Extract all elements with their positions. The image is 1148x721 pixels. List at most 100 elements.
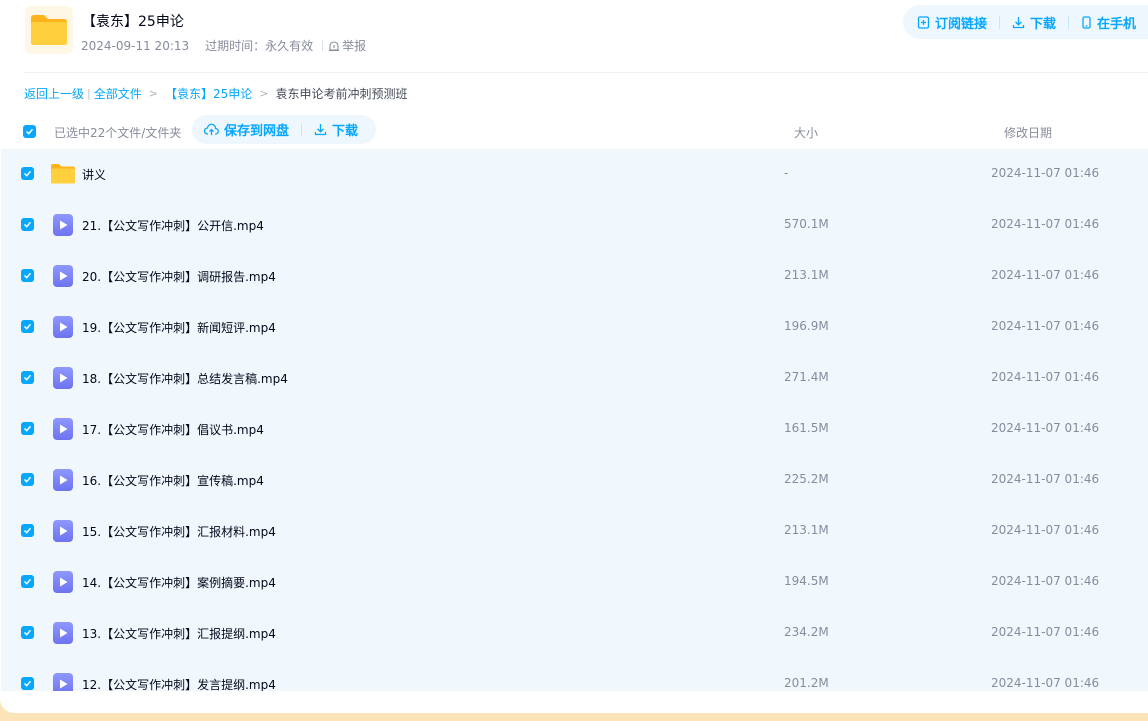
file-size: 225.2M [784, 472, 829, 486]
download-icon [1012, 16, 1025, 28]
cloud-upload-icon [204, 123, 219, 135]
check-icon [23, 527, 32, 534]
file-name[interactable]: 13.【公文写作冲刺】汇报提纲.mp4 [82, 625, 276, 642]
header-divider [24, 72, 1148, 73]
row-checkbox[interactable] [21, 218, 34, 231]
row-checkbox[interactable] [21, 269, 34, 282]
list-item[interactable]: 18.【公文写作冲刺】总结发言稿.mp4 271.4M 2024-11-07 0… [1, 353, 1148, 404]
row-checkbox[interactable] [21, 575, 34, 588]
check-icon [23, 578, 32, 585]
download-button[interactable]: 下载 [314, 120, 358, 139]
file-date: 2024-11-07 01:46 [991, 523, 1100, 537]
open-on-phone-button[interactable]: 在手机 [1081, 13, 1136, 32]
download-top-button[interactable]: 下载 [1012, 13, 1056, 32]
file-size: 161.5M [784, 421, 829, 435]
file-list: 讲义 - 2024-11-07 01:46 21.【公文写作冲刺】公开信.mp4… [1, 149, 1148, 691]
check-icon [23, 272, 32, 279]
check-icon [23, 323, 32, 330]
file-size: - [784, 166, 789, 180]
video-file-icon [53, 571, 73, 593]
current-folder: 袁东申论考前冲刺预测班 [275, 87, 408, 101]
row-checkbox[interactable] [21, 422, 34, 435]
share-date: 2024-09-11 20:13 [81, 38, 190, 53]
list-item[interactable]: 讲义 - 2024-11-07 01:46 [1, 149, 1148, 200]
check-icon [23, 374, 32, 381]
list-item[interactable]: 13.【公文写作冲刺】汇报提纲.mp4 234.2M 2024-11-07 01… [1, 608, 1148, 659]
expiry-text: 过期时间：永久有效 [205, 39, 314, 53]
save-to-drive-button[interactable]: 保存到网盘 [204, 120, 289, 139]
file-size: 201.2M [784, 676, 829, 690]
file-date: 2024-11-07 01:46 [991, 268, 1100, 282]
list-item[interactable]: 20.【公文写作冲刺】调研报告.mp4 213.1M 2024-11-07 01… [1, 251, 1148, 302]
size-column-header[interactable]: 大小 [794, 124, 818, 141]
save-label: 保存到网盘 [224, 124, 290, 139]
file-date: 2024-11-07 01:46 [991, 421, 1100, 435]
file-name[interactable]: 18.【公文写作冲刺】总结发言稿.mp4 [82, 370, 288, 387]
back-link[interactable]: 返回上一级 [24, 85, 84, 102]
file-size: 194.5M [784, 574, 829, 588]
list-item[interactable]: 19.【公文写作冲刺】新闻短评.mp4 196.9M 2024-11-07 01… [1, 302, 1148, 353]
file-size: 213.1M [784, 268, 829, 282]
file-name[interactable]: 讲义 [82, 166, 106, 183]
file-name[interactable]: 14.【公文写作冲刺】案例摘要.mp4 [82, 574, 276, 591]
share-panel: 【袁东】25申论 2024-09-11 20:13 过期时间：永久有效 举报 订… [0, 0, 1148, 713]
download-top-label: 下载 [1030, 16, 1057, 32]
video-file-icon [53, 265, 73, 287]
check-icon [23, 680, 32, 687]
share-meta: 2024-09-11 20:13 过期时间：永久有效 举报 [81, 37, 366, 54]
file-date: 2024-11-07 01:46 [991, 319, 1100, 333]
row-checkbox[interactable] [21, 677, 34, 690]
share-title: 【袁东】25申论 [82, 14, 184, 30]
breadcrumb: 返回上一级 | 全部文件 > 【袁东】25申论 > 袁东申论考前冲刺预测班 [24, 85, 408, 102]
top-actions: 订阅链接 下载 在手机 [903, 5, 1148, 39]
download-icon [314, 124, 327, 136]
file-size: 196.9M [784, 319, 829, 333]
file-date: 2024-11-07 01:46 [991, 625, 1100, 639]
file-name[interactable]: 16.【公文写作冲刺】宣传稿.mp4 [82, 472, 264, 489]
file-date: 2024-11-07 01:46 [991, 370, 1100, 384]
row-checkbox[interactable] [21, 626, 34, 639]
row-checkbox[interactable] [21, 473, 34, 486]
phone-icon [1082, 15, 1091, 29]
report-button[interactable]: 举报 [328, 37, 366, 54]
video-file-icon [53, 622, 73, 644]
list-item[interactable]: 15.【公文写作冲刺】汇报材料.mp4 213.1M 2024-11-07 01… [1, 506, 1148, 557]
file-name[interactable]: 19.【公文写作冲刺】新闻短评.mp4 [82, 319, 276, 336]
check-icon [23, 170, 32, 177]
parent-folder-link[interactable]: 【袁东】25申论 [165, 85, 252, 102]
file-name[interactable]: 15.【公文写作冲刺】汇报材料.mp4 [82, 523, 276, 540]
list-actions: 保存到网盘 下载 [192, 115, 376, 144]
list-item[interactable]: 17.【公文写作冲刺】倡议书.mp4 161.5M 2024-11-07 01:… [1, 404, 1148, 455]
subscribe-link-button[interactable]: 订阅链接 [917, 13, 987, 32]
folder-icon [25, 6, 73, 54]
file-size: 213.1M [784, 523, 829, 537]
check-icon [23, 476, 32, 483]
file-name[interactable]: 21.【公文写作冲刺】公开信.mp4 [82, 217, 264, 234]
file-name[interactable]: 17.【公文写作冲刺】倡议书.mp4 [82, 421, 264, 438]
date-column-header[interactable]: 修改日期 [1004, 124, 1052, 141]
check-icon [23, 221, 32, 228]
row-checkbox[interactable] [21, 167, 34, 180]
file-name[interactable]: 20.【公文写作冲刺】调研报告.mp4 [82, 268, 276, 285]
list-item[interactable]: 21.【公文写作冲刺】公开信.mp4 570.1M 2024-11-07 01:… [1, 200, 1148, 251]
phone-label: 在手机 [1097, 16, 1137, 32]
report-icon [329, 40, 340, 51]
chevron-right-icon: > [259, 87, 269, 100]
list-item[interactable]: 12.【公文写作冲刺】发言提纲.mp4 201.2M 2024-11-07 01… [1, 659, 1148, 691]
select-all-checkbox[interactable] [23, 125, 36, 138]
file-date: 2024-11-07 01:46 [991, 217, 1100, 231]
all-files-link[interactable]: 全部文件 [94, 85, 142, 102]
list-item[interactable]: 14.【公文写作冲刺】案例摘要.mp4 194.5M 2024-11-07 01… [1, 557, 1148, 608]
file-date: 2024-11-07 01:46 [991, 472, 1100, 486]
file-name[interactable]: 12.【公文写作冲刺】发言提纲.mp4 [82, 676, 276, 691]
folder-icon [50, 162, 76, 190]
row-checkbox[interactable] [21, 524, 34, 537]
list-item[interactable]: 16.【公文写作冲刺】宣传稿.mp4 225.2M 2024-11-07 01:… [1, 455, 1148, 506]
row-checkbox[interactable] [21, 320, 34, 333]
video-file-icon [53, 469, 73, 491]
row-checkbox[interactable] [21, 371, 34, 384]
video-file-icon [53, 673, 73, 691]
check-icon [23, 425, 32, 432]
file-size: 271.4M [784, 370, 829, 384]
subscribe-label: 订阅链接 [935, 16, 988, 32]
